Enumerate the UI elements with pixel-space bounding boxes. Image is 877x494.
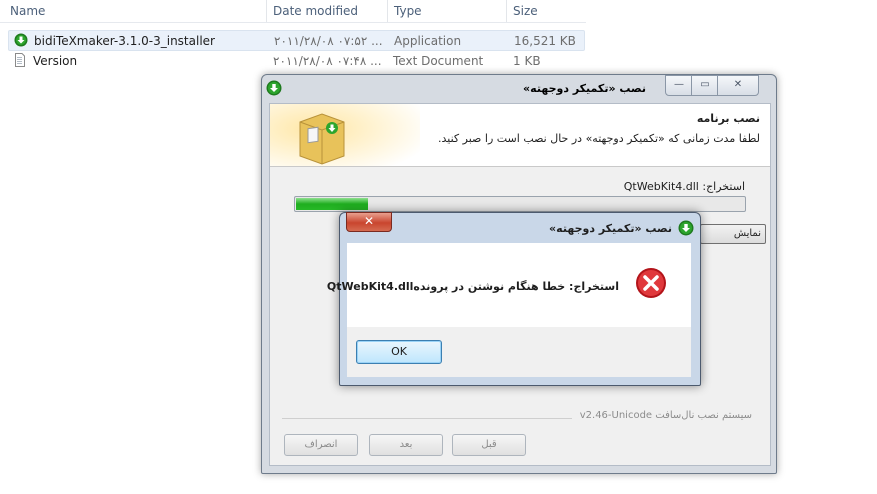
installer-icon [14, 33, 28, 47]
file-name: bidiTeXmaker-3.1.0-3_installer [34, 34, 215, 48]
col-size[interactable]: Size [513, 4, 538, 18]
branding-text: سیستم نصب نال‌سافت v2.46-Unicode [579, 410, 752, 421]
next-button[interactable]: بعد [369, 434, 443, 456]
installer-titlebar[interactable]: — ▭ ✕ نصب «تکمیکر دوجهته» [262, 75, 776, 103]
column-divider[interactable] [266, 0, 267, 22]
error-icon [636, 268, 666, 298]
installer-title: نصب «تکمیکر دوجهته» [523, 82, 646, 95]
file-type: Application [394, 34, 462, 48]
col-date[interactable]: Date modified [273, 4, 358, 18]
dialog-close-button[interactable]: ✕ [346, 212, 392, 232]
banner-heading: نصب برنامه [696, 112, 760, 125]
dialog-title: نصب «تکمیکر دوجهته» [549, 222, 672, 235]
text-file-icon [15, 53, 25, 67]
maximize-button[interactable]: ▭ [691, 75, 719, 96]
column-header: Name Date modified Type Size [0, 0, 586, 23]
file-row-version[interactable]: Version ۲۰۱۱/۲۸/۰۸ ۰۷:۴۸ ... Text Docume… [8, 51, 583, 70]
col-name[interactable]: Name [10, 4, 45, 18]
extract-status: استخراج: QtWebKit4.dll [623, 180, 745, 193]
file-date: ۲۰۱۱/۲۸/۰۸ ۰۷:۵۲ ... [274, 34, 383, 48]
installer-icon [266, 80, 282, 96]
close-button[interactable]: ✕ [717, 75, 759, 96]
file-type: Text Document [393, 54, 484, 68]
column-divider[interactable] [506, 0, 507, 22]
column-divider[interactable] [387, 0, 388, 22]
show-details-button[interactable]: نمایش جزئیات [700, 224, 766, 244]
dialog-body: استخراج: خطا هنگام نوشتن در پروندهQtWebK… [327, 243, 691, 327]
error-dialog: ✕ نصب «تکمیکر دوجهته» استخراج: خطا هنگام… [327, 212, 701, 386]
installer-banner: نصب برنامه لطفا مدت زمانی که «تکمیکر دوج… [270, 104, 770, 167]
progress-fill [296, 198, 368, 210]
installer-icon [678, 220, 694, 236]
back-button[interactable]: قبل [452, 434, 526, 456]
ok-button[interactable]: OK [356, 340, 442, 364]
package-box-icon [270, 104, 420, 166]
file-name: Version [33, 54, 78, 68]
banner-subtitle: لطفا مدت زمانی که «تکمیکر دوجهته» در حال… [438, 132, 760, 145]
minimize-button[interactable]: — [665, 75, 693, 96]
cancel-button[interactable]: انصراف [284, 434, 358, 456]
branding-divider [282, 418, 572, 419]
dialog-footer: OK [347, 327, 691, 377]
file-size: 16,521 KB [514, 34, 576, 48]
file-date: ۲۰۱۱/۲۸/۰۸ ۰۷:۴۸ ... [273, 54, 382, 68]
col-type[interactable]: Type [394, 4, 422, 18]
file-size: 1 KB [513, 54, 541, 68]
file-row-installer[interactable]: bidiTeXmaker-3.1.0-3_installer ۲۰۱۱/۲۸/۰… [8, 30, 585, 51]
progress-bar [294, 196, 746, 212]
error-message: استخراج: خطا هنگام نوشتن در پروندهQtWebK… [326, 280, 619, 293]
